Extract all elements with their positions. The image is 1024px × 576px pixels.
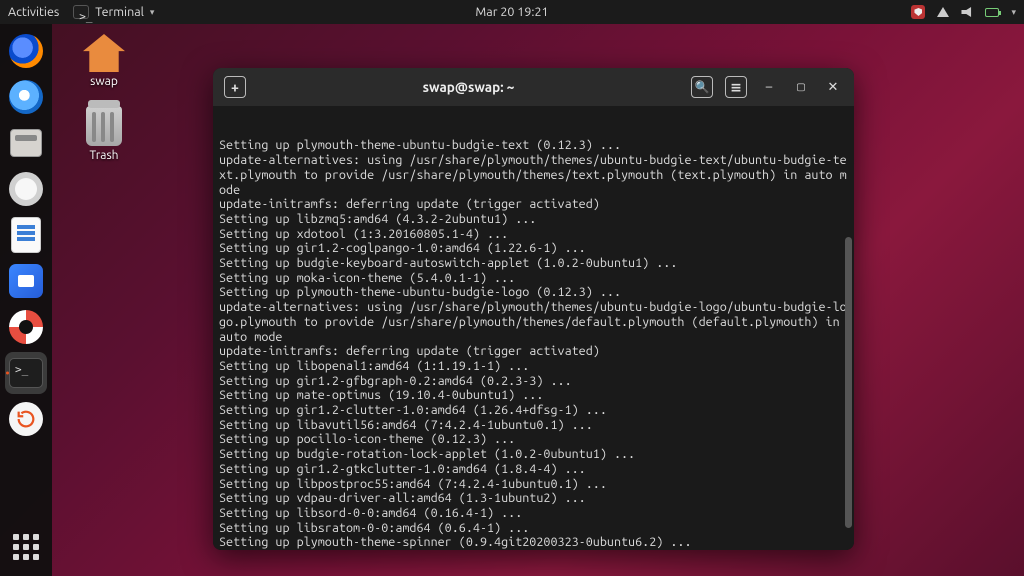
wifi-icon[interactable] [937, 7, 949, 17]
terminal-headerbar: + swap@swap: ~ 🔍 ≡ – ▢ ✕ [213, 68, 854, 106]
help-icon [9, 310, 43, 344]
document-icon [12, 218, 40, 252]
firefox-icon [9, 34, 43, 68]
desktop-icon-label: Trash [89, 149, 118, 162]
dock-app-thunderbird[interactable] [5, 76, 47, 118]
trash-icon [86, 106, 122, 146]
maximize-icon: ▢ [796, 81, 805, 93]
battery-icon[interactable] [985, 8, 999, 17]
terminal-icon [9, 358, 43, 388]
home-folder-icon [83, 34, 125, 72]
apps-grid-icon [13, 534, 39, 560]
files-icon [10, 129, 42, 157]
dock-app-software[interactable] [5, 260, 47, 302]
dock-app-files[interactable] [5, 122, 47, 164]
software-store-icon [9, 264, 43, 298]
software-updater-icon [9, 402, 43, 436]
minimize-icon: – [766, 80, 772, 94]
plus-icon: + [224, 76, 246, 98]
minimize-button[interactable]: – [756, 74, 782, 100]
top-bar: Activities Terminal ▾ Mar 20 19:21 ▾ [0, 0, 1024, 24]
menu-button[interactable]: ≡ [722, 73, 750, 101]
app-menu[interactable]: Terminal ▾ [73, 5, 154, 19]
terminal-window: + swap@swap: ~ 🔍 ≡ – ▢ ✕ Setting up plym… [213, 68, 854, 550]
desktop-icon-home[interactable]: swap [72, 34, 136, 88]
chevron-down-icon[interactable]: ▾ [1011, 7, 1016, 18]
app-menu-label: Terminal [95, 5, 144, 19]
close-icon: ✕ [828, 80, 839, 95]
new-tab-button[interactable]: + [221, 73, 249, 101]
close-button[interactable]: ✕ [820, 74, 846, 100]
volume-icon[interactable] [961, 7, 973, 17]
dock-app-firefox[interactable] [5, 30, 47, 72]
desktop-icon-label: swap [90, 75, 118, 88]
window-title: swap@swap: ~ [255, 79, 682, 95]
hamburger-icon: ≡ [725, 76, 747, 98]
thunderbird-icon [9, 80, 43, 114]
scrollbar-thumb[interactable] [845, 237, 852, 528]
activities-button[interactable]: Activities [8, 5, 59, 19]
dock-app-terminal[interactable] [5, 352, 47, 394]
dock-app-help[interactable] [5, 306, 47, 348]
dock-app-rhythmbox[interactable] [5, 168, 47, 210]
clock[interactable]: Mar 20 19:21 [475, 5, 548, 19]
chevron-down-icon: ▾ [150, 7, 155, 18]
terminal-output[interactable]: Setting up plymouth-theme-ubuntu-budgie-… [213, 106, 854, 550]
maximize-button[interactable]: ▢ [788, 74, 814, 100]
dock-app-writer[interactable] [5, 214, 47, 256]
dock [0, 24, 52, 576]
security-shield-icon[interactable] [911, 5, 925, 19]
desktop-icon-trash[interactable]: Trash [72, 106, 136, 162]
dock-app-updater[interactable] [5, 398, 47, 440]
show-applications-button[interactable] [5, 526, 47, 568]
search-button[interactable]: 🔍 [688, 73, 716, 101]
rhythmbox-icon [9, 172, 43, 206]
scrollbar[interactable] [845, 112, 852, 528]
terminal-icon [73, 5, 89, 19]
search-icon: 🔍 [691, 76, 713, 98]
